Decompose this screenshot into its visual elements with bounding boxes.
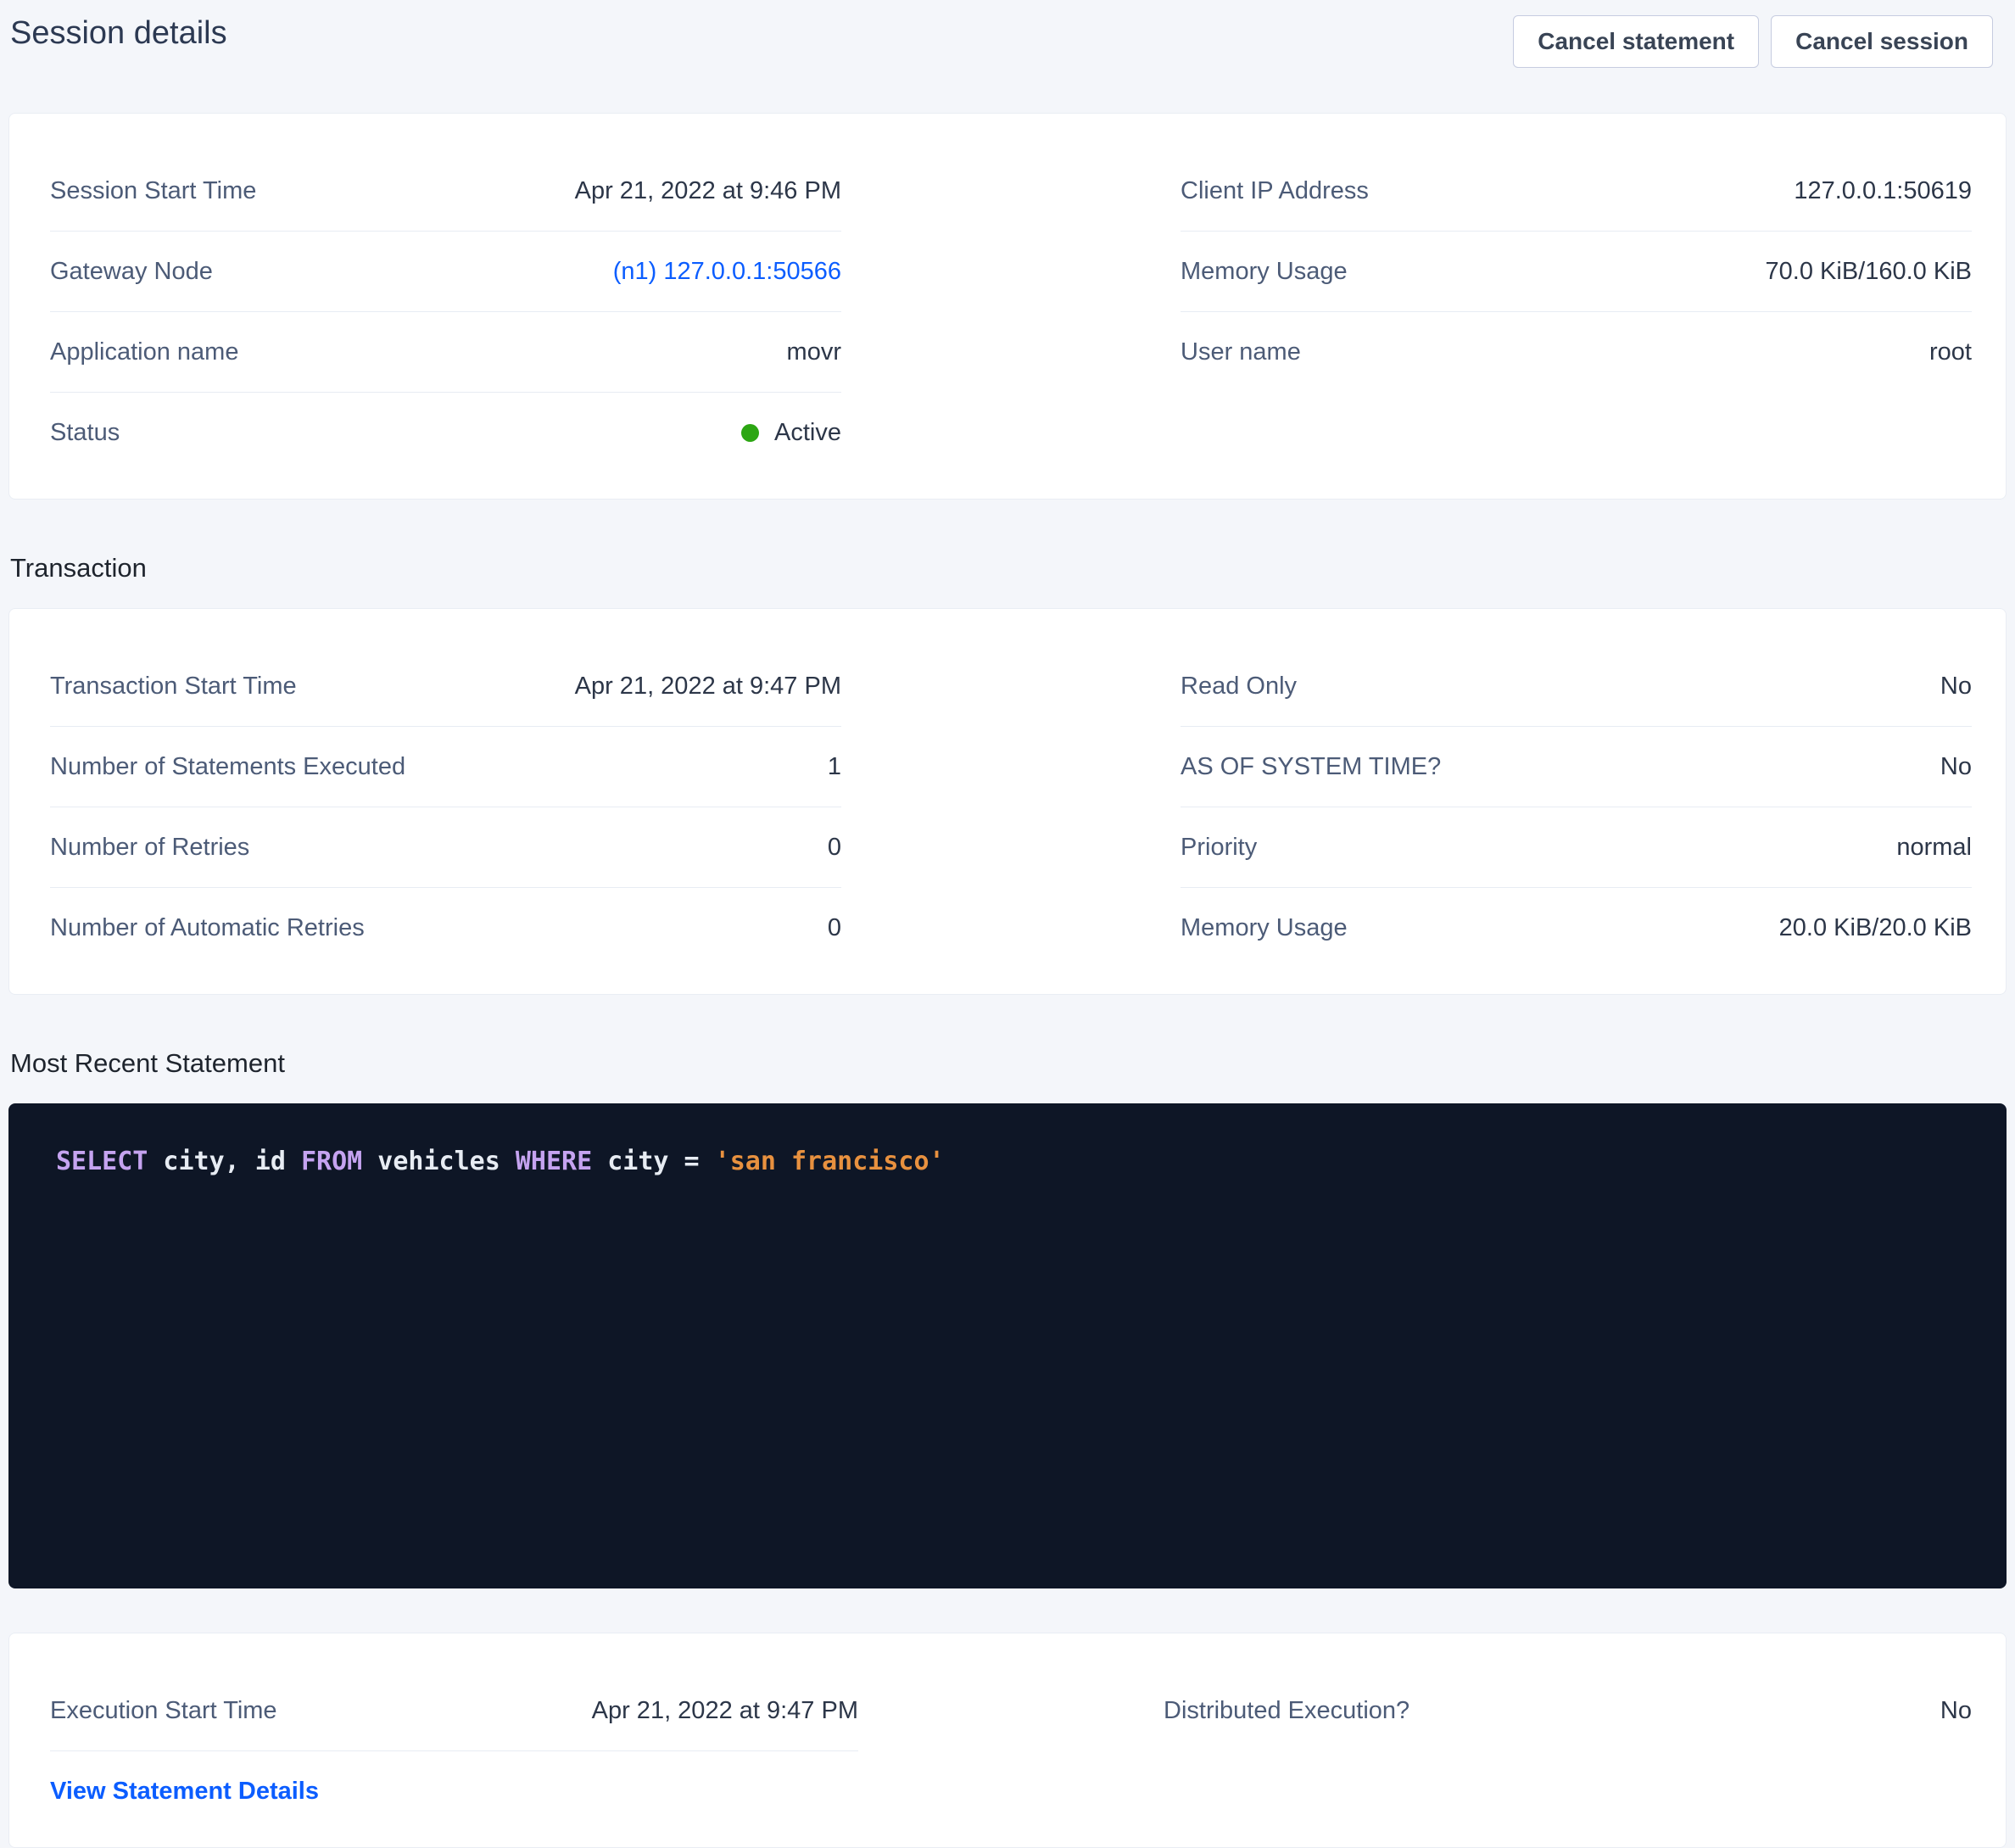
status-row: Status Active <box>50 393 841 473</box>
sql-keyword-select: SELECT <box>56 1147 148 1176</box>
execution-start-time-value: Apr 21, 2022 at 9:47 PM <box>592 1696 858 1726</box>
session-memory-usage-row: Memory Usage 70.0 KiB/160.0 KiB <box>1181 232 1972 312</box>
cancel-statement-button[interactable]: Cancel statement <box>1513 15 1759 68</box>
page-header: Session details Cancel statement Cancel … <box>0 0 2015 68</box>
session-memory-usage-label: Memory Usage <box>1181 257 1348 287</box>
cancel-session-button[interactable]: Cancel session <box>1771 15 1993 68</box>
application-name-value: movr <box>787 338 841 367</box>
automatic-retries-row: Number of Automatic Retries 0 <box>50 888 841 969</box>
user-name-label: User name <box>1181 338 1301 367</box>
distributed-execution-value: No <box>1940 1696 1972 1726</box>
read-only-value: No <box>1940 672 1972 701</box>
user-name-value: root <box>1929 338 1972 367</box>
gateway-node-row: Gateway Node (n1) 127.0.0.1:50566 <box>50 232 841 312</box>
sql-keyword-where: WHERE <box>516 1147 592 1176</box>
most-recent-statement-heading: Most Recent Statement <box>10 1047 2015 1080</box>
transaction-memory-usage-row: Memory Usage 20.0 KiB/20.0 KiB <box>1181 888 1972 969</box>
distributed-execution-row: Distributed Execution? No <box>1164 1671 1972 1751</box>
status-label: Status <box>50 418 120 448</box>
read-only-label: Read Only <box>1181 672 1297 701</box>
transaction-section-heading: Transaction <box>10 552 2015 584</box>
gateway-node-link[interactable]: (n1) 127.0.0.1:50566 <box>613 257 841 287</box>
session-card-right-column: Client IP Address 127.0.0.1:50619 Memory… <box>1181 151 1972 473</box>
priority-row: Priority normal <box>1181 807 1972 888</box>
number-of-retries-row: Number of Retries 0 <box>50 807 841 888</box>
statements-executed-value: 1 <box>828 752 841 782</box>
execution-card-right-column: Distributed Execution? No <box>1164 1671 1972 1832</box>
gateway-node-label: Gateway Node <box>50 257 213 287</box>
sql-statement-box: SELECT city, id FROM vehicles WHERE city… <box>8 1103 2007 1588</box>
header-actions: Cancel statement Cancel session <box>1513 15 1993 68</box>
session-memory-usage-value: 70.0 KiB/160.0 KiB <box>1766 257 1972 287</box>
session-start-time-value: Apr 21, 2022 at 9:46 PM <box>575 176 841 206</box>
execution-card-left-column: Execution Start Time Apr 21, 2022 at 9:4… <box>50 1671 858 1832</box>
sql-columns: city, id <box>148 1147 301 1176</box>
statements-executed-row: Number of Statements Executed 1 <box>50 727 841 807</box>
sql-table: vehicles <box>362 1147 516 1176</box>
view-statement-details-link[interactable]: View Statement Details <box>50 1778 319 1806</box>
sql-statement-text: SELECT city, id FROM vehicles WHERE city… <box>56 1144 1973 1180</box>
session-start-time-row: Session Start Time Apr 21, 2022 at 9:46 … <box>50 151 841 232</box>
statements-executed-label: Number of Statements Executed <box>50 752 405 782</box>
execution-card: Execution Start Time Apr 21, 2022 at 9:4… <box>8 1633 2007 1848</box>
page-title: Session details <box>10 14 227 53</box>
as-of-system-time-value: No <box>1940 752 1972 782</box>
transaction-memory-usage-label: Memory Usage <box>1181 913 1348 943</box>
transaction-card-right-column: Read Only No AS OF SYSTEM TIME? No Prior… <box>1181 646 1972 969</box>
number-of-retries-label: Number of Retries <box>50 833 249 863</box>
sql-string-literal: 'san francisco' <box>715 1147 945 1176</box>
distributed-execution-label: Distributed Execution? <box>1164 1696 1409 1726</box>
automatic-retries-label: Number of Automatic Retries <box>50 913 365 943</box>
client-ip-value: 127.0.0.1:50619 <box>1794 176 1972 206</box>
session-card-left-column: Session Start Time Apr 21, 2022 at 9:46 … <box>50 151 841 473</box>
transaction-start-time-row: Transaction Start Time Apr 21, 2022 at 9… <box>50 646 841 727</box>
priority-value: normal <box>1896 833 1972 863</box>
session-start-time-label: Session Start Time <box>50 176 256 206</box>
user-name-row: User name root <box>1181 312 1972 393</box>
client-ip-label: Client IP Address <box>1181 176 1369 206</box>
session-details-card: Session Start Time Apr 21, 2022 at 9:46 … <box>8 113 2007 500</box>
transaction-memory-usage-value: 20.0 KiB/20.0 KiB <box>1779 913 1972 943</box>
status-active-text: Active <box>774 418 841 448</box>
execution-start-time-label: Execution Start Time <box>50 1696 277 1726</box>
status-value: Active <box>741 418 841 448</box>
application-name-row: Application name movr <box>50 312 841 393</box>
read-only-row: Read Only No <box>1181 646 1972 727</box>
automatic-retries-value: 0 <box>828 913 841 943</box>
transaction-start-time-value: Apr 21, 2022 at 9:47 PM <box>575 672 841 701</box>
transaction-card-left-column: Transaction Start Time Apr 21, 2022 at 9… <box>50 646 841 969</box>
as-of-system-time-label: AS OF SYSTEM TIME? <box>1181 752 1441 782</box>
status-active-dot-icon <box>741 424 759 442</box>
as-of-system-time-row: AS OF SYSTEM TIME? No <box>1181 727 1972 807</box>
sql-condition: city = <box>592 1147 715 1176</box>
view-statement-details-row: View Statement Details <box>50 1751 858 1832</box>
application-name-label: Application name <box>50 338 238 367</box>
transaction-card: Transaction Start Time Apr 21, 2022 at 9… <box>8 608 2007 995</box>
execution-start-time-row: Execution Start Time Apr 21, 2022 at 9:4… <box>50 1671 858 1751</box>
number-of-retries-value: 0 <box>828 833 841 863</box>
transaction-start-time-label: Transaction Start Time <box>50 672 297 701</box>
priority-label: Priority <box>1181 833 1257 863</box>
client-ip-row: Client IP Address 127.0.0.1:50619 <box>1181 151 1972 232</box>
sql-keyword-from: FROM <box>301 1147 362 1176</box>
